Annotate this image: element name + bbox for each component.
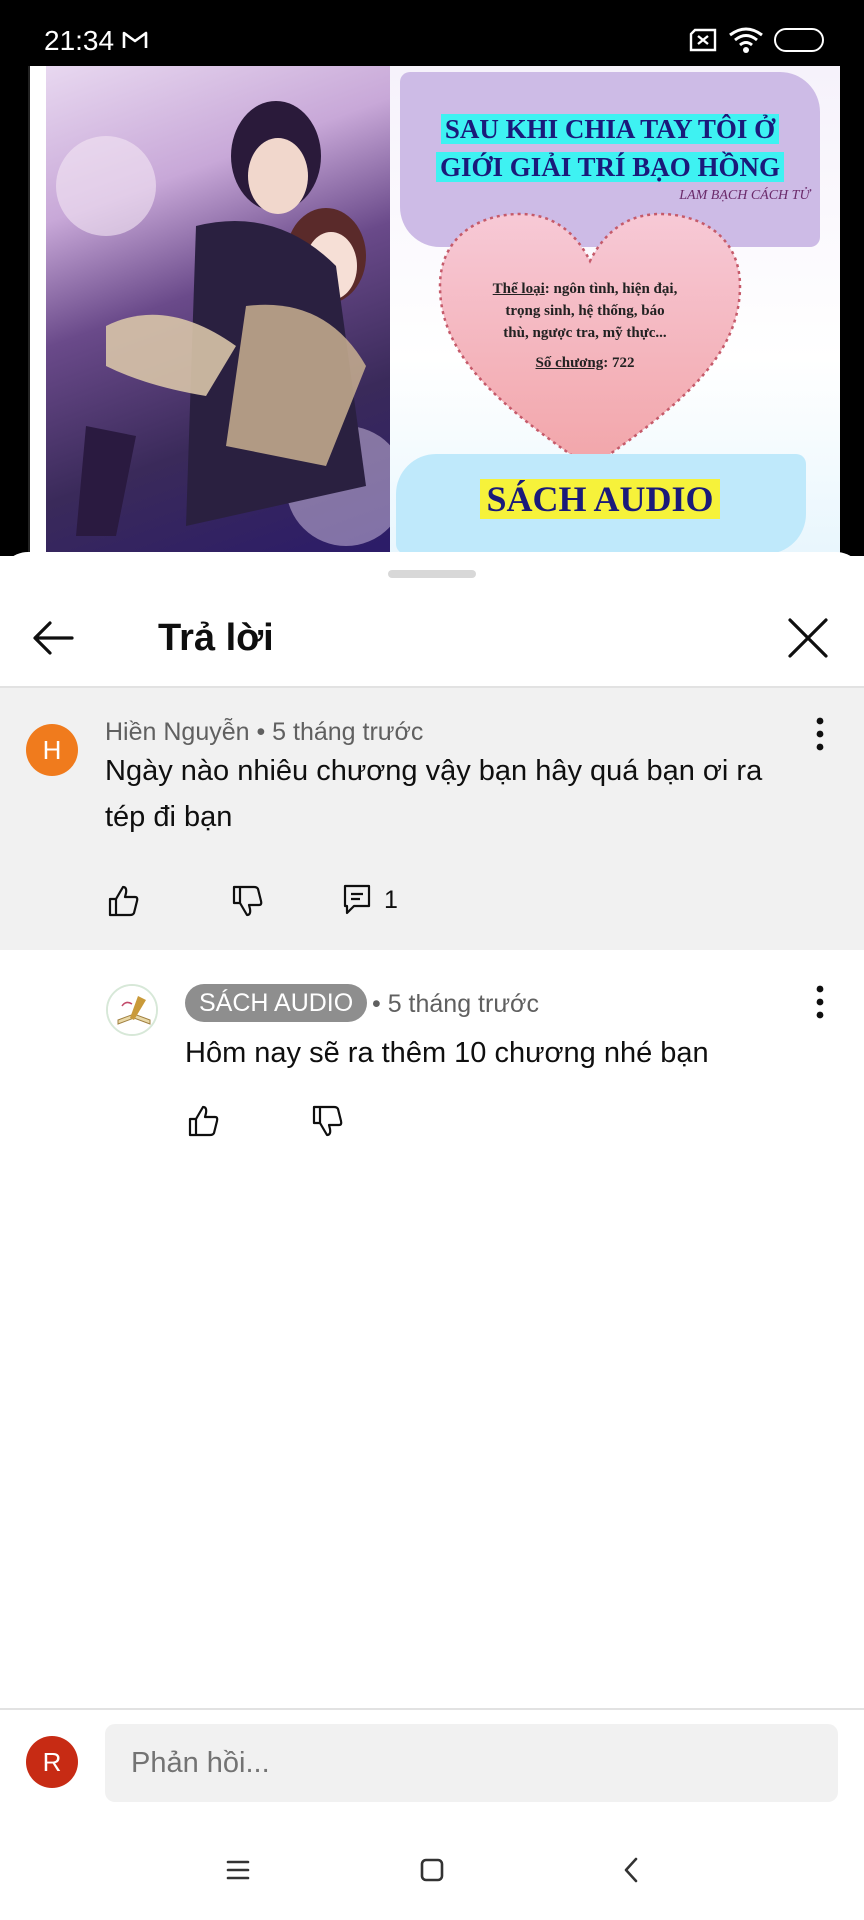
cover-info-panel: SAU KHI CHIA TAY TÔI Ở GIỚI GIẢI TRÍ BẠO… [390, 66, 840, 556]
thumbs-up-icon[interactable] [106, 884, 140, 918]
replies-sheet: Trả lời H Hiền Nguyễn • 5 tháng trước Ng… [0, 552, 864, 1920]
channel-avatar[interactable] [106, 984, 158, 1036]
status-bar: 21:34 64 [0, 0, 864, 66]
battery-icon: 64 [774, 28, 824, 52]
reply-comment-icon[interactable] [340, 882, 374, 916]
more-vert-icon[interactable] [802, 980, 838, 1024]
comment-meta: Hiền Nguyễn • 5 tháng trước [105, 718, 424, 746]
reply-count[interactable]: 1 [384, 884, 398, 916]
thumbs-down-icon[interactable] [310, 1104, 344, 1138]
thumbs-down-icon[interactable] [230, 884, 264, 918]
wifi-icon [729, 27, 763, 53]
book-cover: SAU KHI CHIA TAY TÔI Ở GIỚI GIẢI TRÍ BẠO… [28, 66, 840, 556]
back-chevron-icon[interactable] [612, 1850, 652, 1890]
reply-meta: • 5 tháng trước [372, 990, 539, 1018]
sheet-header: Trả lời [0, 592, 864, 684]
menu-icon[interactable] [218, 1850, 258, 1890]
status-icons: 64 [688, 26, 824, 54]
arrow-left-icon[interactable] [28, 612, 80, 664]
reply-input[interactable] [105, 1724, 838, 1802]
cover-author: LAM BẠCH CÁCH TỬ [679, 188, 810, 203]
cover-badge: SÁCH AUDIO [450, 478, 750, 520]
sim-x-icon [689, 28, 717, 52]
composer-divider [0, 1708, 864, 1710]
cover-illustration [46, 66, 421, 556]
avatar[interactable]: H [26, 724, 78, 776]
video-player[interactable]: SAU KHI CHIA TAY TÔI Ở GIỚI GIẢI TRÍ BẠO… [0, 66, 864, 556]
highlighted-comment: H Hiền Nguyễn • 5 tháng trước Ngày nào n… [0, 688, 864, 950]
close-icon[interactable] [780, 610, 836, 666]
comment-text: Ngày nào nhiêu chương vậy bạn hây quá bạ… [105, 755, 763, 833]
more-vert-icon[interactable] [802, 712, 838, 756]
cover-genres: Thể loại: ngôn tình, hiện đại, trọng sin… [492, 281, 678, 371]
channel-name-badge[interactable]: SÁCH AUDIO [185, 984, 368, 1022]
status-time: 21:34 [44, 25, 115, 56]
sheet-title: Trả lời [158, 617, 274, 659]
battery-level: 64 [790, 31, 808, 48]
reply-text: Hôm nay sẽ ra thêm 10 chương nhé bạn [185, 1037, 709, 1069]
home-square-icon[interactable] [412, 1850, 452, 1890]
cover-title: SAU KHI CHIA TAY TÔI Ở GIỚI GIẢI TRÍ BẠO… [420, 110, 800, 186]
system-nav-bar [0, 1820, 864, 1920]
gmail-icon [122, 31, 148, 48]
thumbs-up-icon[interactable] [186, 1104, 220, 1138]
user-avatar[interactable]: R [26, 1736, 78, 1788]
drag-handle[interactable] [388, 570, 476, 578]
